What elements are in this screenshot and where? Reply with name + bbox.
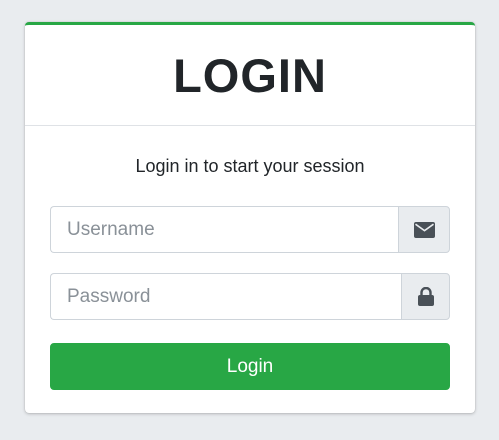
password-input-group [50, 273, 450, 320]
password-input[interactable] [50, 273, 401, 320]
username-input-group [50, 206, 450, 253]
login-card: LOGIN Login in to start your session Log… [25, 22, 475, 413]
page-title: LOGIN [173, 48, 327, 102]
lock-icon [417, 287, 434, 306]
username-input[interactable] [50, 206, 398, 253]
envelope-icon [413, 221, 435, 238]
password-addon [401, 273, 450, 320]
login-subtitle: Login in to start your session [135, 156, 365, 176]
username-addon [398, 206, 450, 253]
login-button[interactable]: Login [50, 343, 450, 390]
login-card-header: LOGIN [25, 25, 475, 126]
